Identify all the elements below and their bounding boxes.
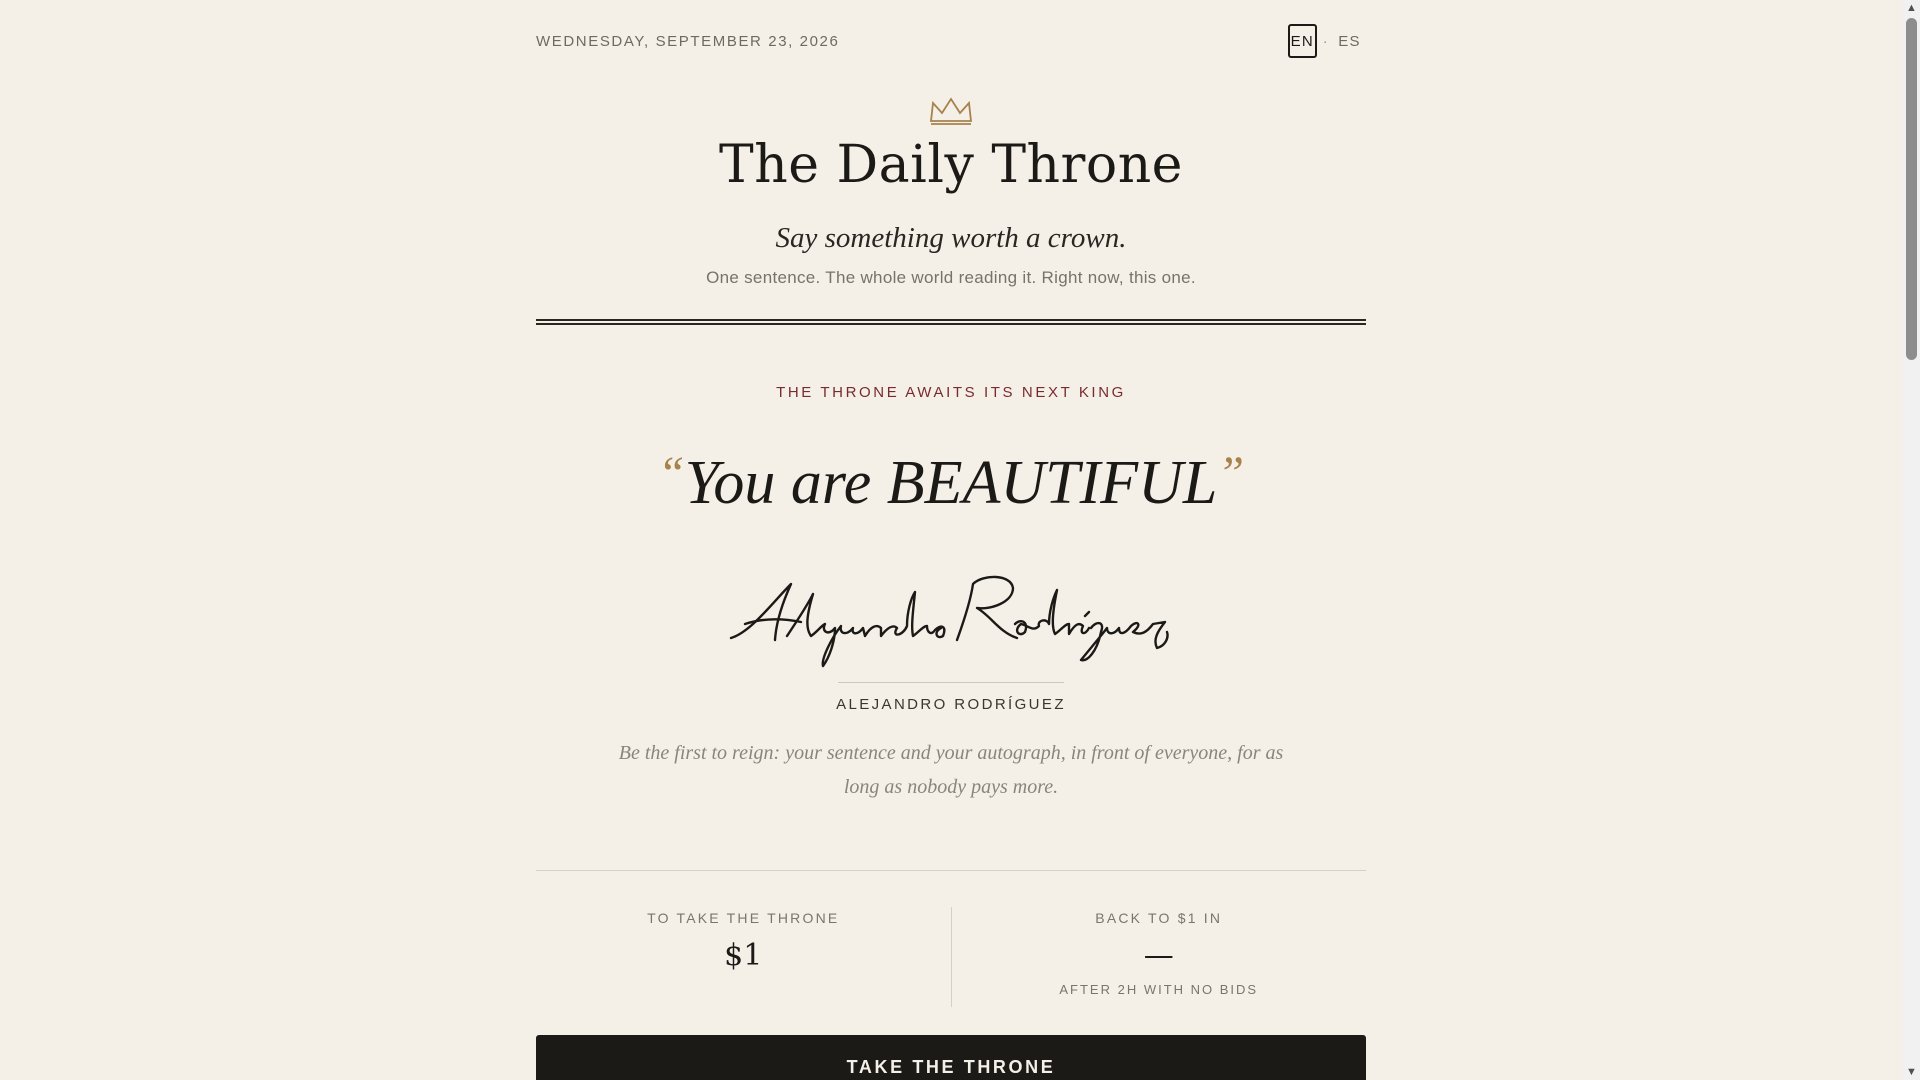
reset-countdown: — [1143,938,1174,973]
site-title: The Daily Throne [719,135,1183,195]
language-separator: · [1322,32,1329,50]
site-subtitle: One sentence. The whole world reading it… [706,268,1196,287]
reset-stat: BACK TO $1 IN — AFTER 2H WITH NO BIDS [950,907,1367,1007]
language-en-button[interactable]: EN [1287,24,1317,58]
scroll-down-arrow-icon[interactable]: ▼ [1903,1064,1920,1080]
price-value: $1 [724,938,763,973]
top-bar: WEDNESDAY, SEPTEMBER 23, 2026 EN · ES [536,0,1366,80]
take-throne-button[interactable]: TAKE THE THRONE [536,1035,1366,1080]
throne-kicker: THE THRONE AWAITS ITS NEXT KING [776,384,1126,401]
language-switcher: EN · ES [1287,24,1364,58]
stats-divider [536,870,1366,871]
price-label: TO TAKE THE THRONE [647,910,840,926]
scrollbar-thumb[interactable] [1906,18,1917,360]
masthead-divider [536,319,1366,325]
vertical-scrollbar[interactable]: ▲ ▼ [1903,0,1920,1080]
scroll-up-arrow-icon[interactable]: ▲ [1903,0,1920,16]
signature-underline [838,682,1064,683]
throne-stats: TO TAKE THE THRONE $1 BACK TO $1 IN — AF… [536,907,1366,1007]
close-quote-mark: ” [1217,447,1245,500]
price-stat: TO TAKE THE THRONE $1 [536,907,951,1007]
throne-sentence: “You are BEAUTIFUL” [536,439,1366,518]
sentence-text: You are BEAUTIFUL [684,449,1218,517]
site-motto: Say something worth a crown. [775,222,1127,254]
page: WEDNESDAY, SEPTEMBER 23, 2026 EN · ES Th… [536,0,1366,1080]
invitation-text: Be the first to reign: your sentence and… [618,742,1284,798]
reset-note: AFTER 2H WITH NO BIDS [1059,982,1259,997]
throne-section: THE THRONE AWAITS ITS NEXT KING “You are… [536,384,1366,804]
language-es-button[interactable]: ES [1335,24,1364,58]
open-quote-mark: “ [657,447,685,500]
crown-icon [929,97,973,125]
masthead: The Daily Throne Say something worth a c… [536,95,1366,325]
author-name: ALEJANDRO RODRÍGUEZ [836,696,1066,713]
autograph-signature [729,575,1169,668]
current-date: WEDNESDAY, SEPTEMBER 23, 2026 [536,33,840,50]
reset-label: BACK TO $1 IN [1095,910,1223,926]
